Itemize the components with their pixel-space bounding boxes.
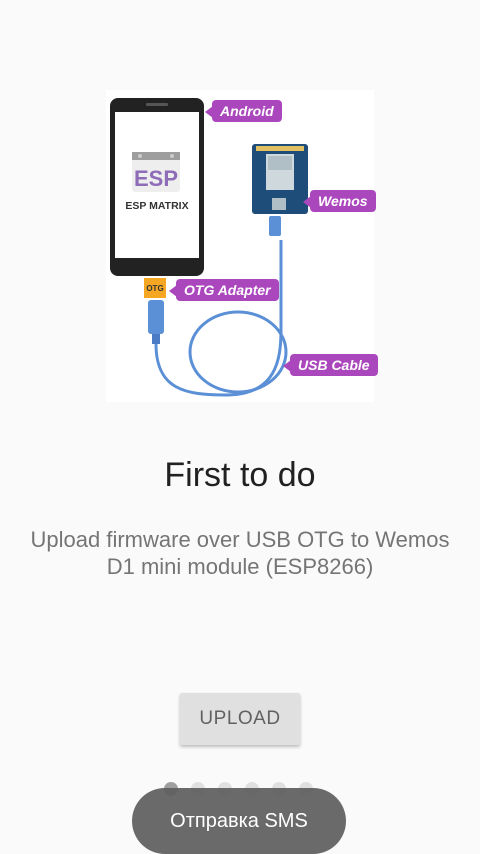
micro-usb-plug [269,216,281,236]
callout-otg-adapter: OTG Adapter [169,279,279,301]
callout-usb-cable: USB Cable [283,354,378,376]
toast-message: Отправка SMS [132,788,346,854]
callout-wemos: Wemos [303,190,376,212]
upload-button[interactable]: UPLOAD [180,693,300,745]
callout-android: Android [205,100,282,122]
app-name-text: ESP MATRIX [125,200,188,212]
setup-illustration: ESP ESP MATRIX OTG Android Wemos OTG Ada… [106,90,378,402]
otg-label: OTG [146,284,163,293]
slide-description: Upload firmware over USB OTG to Wemos D1… [30,527,450,579]
esp-logo-text: ESP [134,166,178,191]
slide-title: First to do [164,456,316,494]
usb-plug [148,300,164,334]
